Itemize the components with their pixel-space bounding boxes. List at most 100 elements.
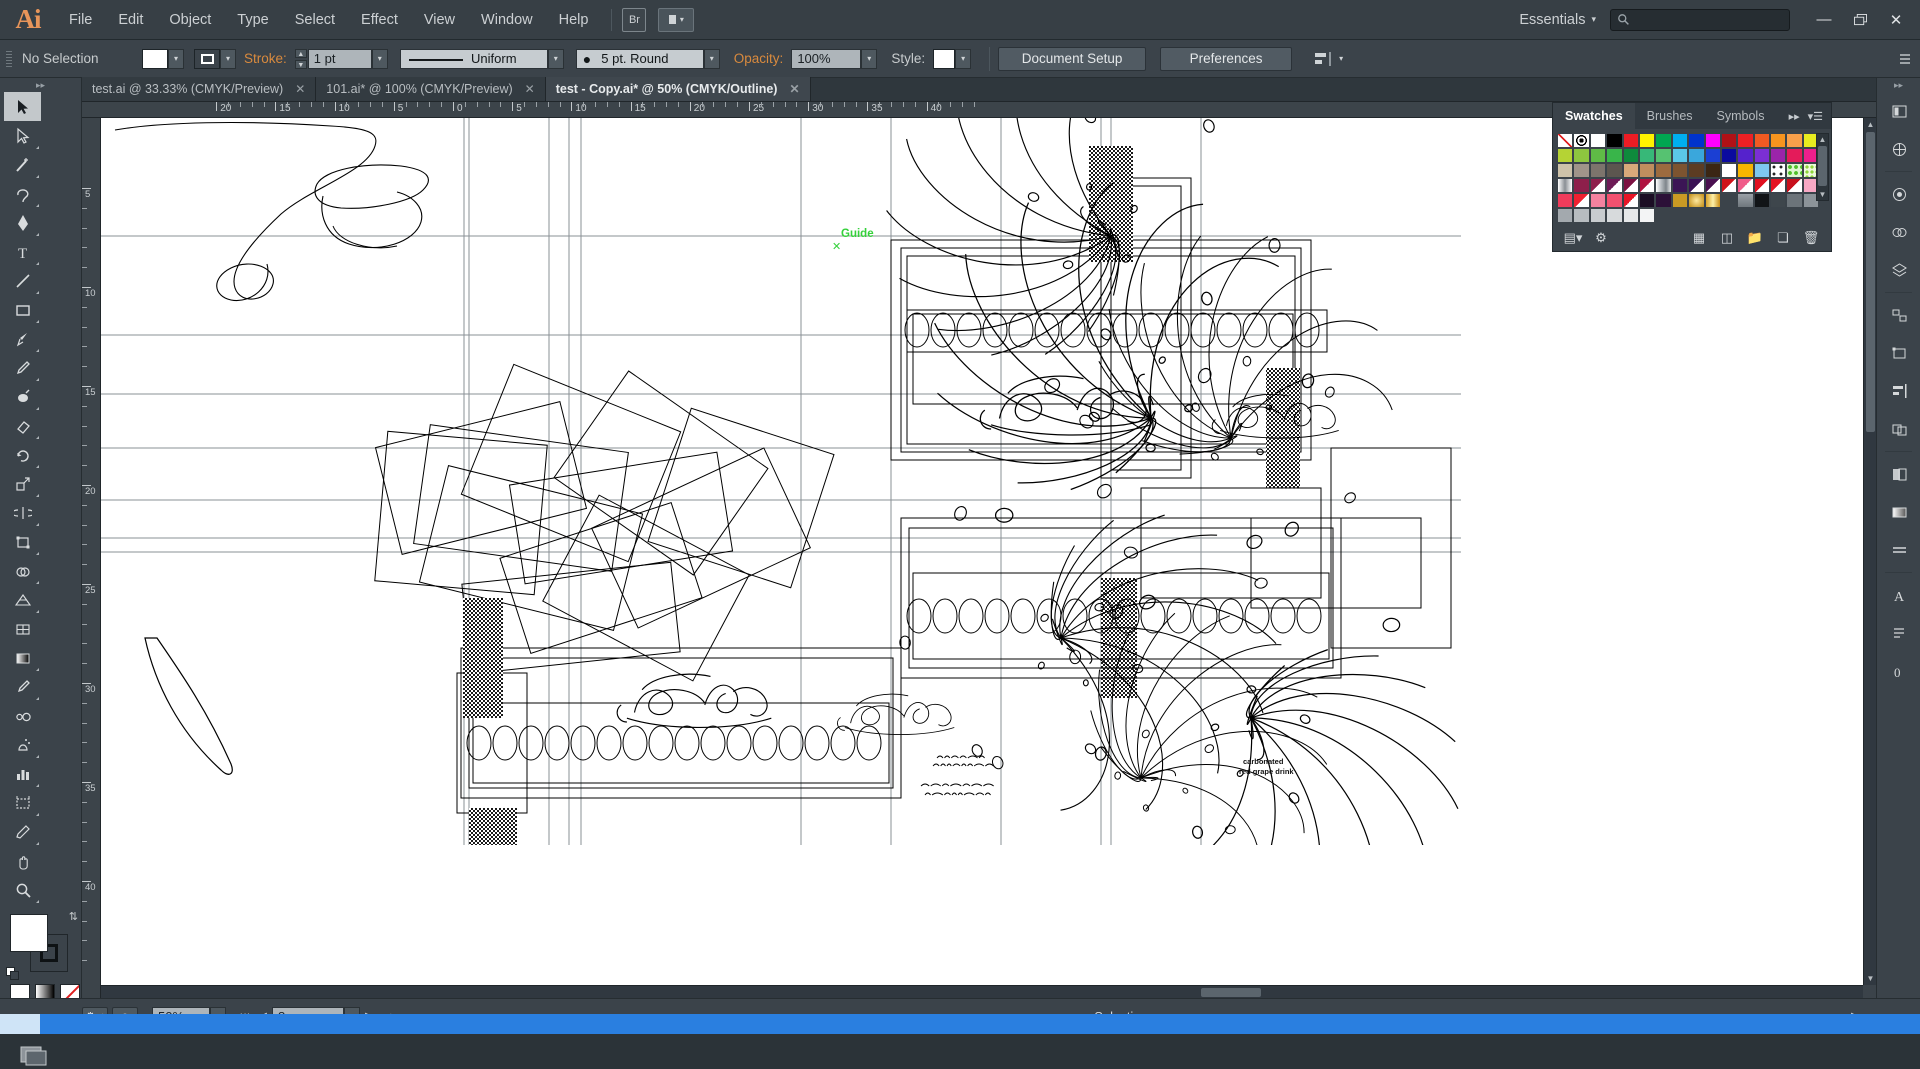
paragraph-icon[interactable] bbox=[1877, 614, 1920, 652]
swatch-options-icon[interactable]: ◫ bbox=[1713, 227, 1741, 249]
color-icon[interactable] bbox=[1877, 92, 1920, 130]
color-swatch[interactable] bbox=[1590, 178, 1606, 193]
new-swatch-icon[interactable]: ❏ bbox=[1769, 227, 1797, 249]
color-swatch[interactable] bbox=[1623, 178, 1639, 193]
color-swatch[interactable] bbox=[1737, 133, 1753, 148]
menu-view[interactable]: View bbox=[411, 0, 468, 40]
color-swatch[interactable] bbox=[1623, 208, 1639, 223]
character-icon[interactable]: A bbox=[1877, 576, 1920, 614]
delete-swatch-icon[interactable]: 🗑 bbox=[1797, 227, 1825, 249]
color-swatch[interactable] bbox=[1573, 178, 1589, 193]
close-tab-icon[interactable]: ✕ bbox=[525, 82, 535, 96]
eraser-tool[interactable] bbox=[4, 411, 41, 440]
color-swatch[interactable] bbox=[1573, 163, 1589, 178]
color-guide-icon[interactable] bbox=[1877, 130, 1920, 168]
document-tab[interactable]: 101.ai* @ 100% (CMYK/Preview)✕ bbox=[316, 77, 545, 101]
collapse-panel-icon[interactable]: ▸▸ bbox=[1789, 110, 1800, 123]
stroke-weight-field[interactable]: 1 pt bbox=[308, 49, 372, 69]
color-swatch[interactable] bbox=[1737, 178, 1753, 193]
color-swatch[interactable] bbox=[1606, 178, 1622, 193]
h-scroll-thumb[interactable] bbox=[1201, 988, 1261, 997]
panel-tab-brushes[interactable]: Brushes bbox=[1635, 103, 1705, 129]
color-swatch[interactable] bbox=[1590, 148, 1606, 163]
color-swatch[interactable] bbox=[1639, 163, 1655, 178]
color-swatch[interactable] bbox=[1705, 148, 1721, 163]
stroke-profile-dropdown[interactable]: Uniform bbox=[400, 49, 548, 69]
search-input[interactable] bbox=[1610, 9, 1790, 31]
color-swatch[interactable] bbox=[1705, 178, 1721, 193]
close-tab-icon[interactable]: ✕ bbox=[789, 82, 799, 96]
selection-tool[interactable] bbox=[4, 92, 41, 121]
color-swatch[interactable] bbox=[1737, 148, 1753, 163]
color-swatch[interactable] bbox=[1688, 193, 1704, 208]
transform-icon[interactable] bbox=[1877, 334, 1920, 372]
menu-select[interactable]: Select bbox=[282, 0, 348, 40]
blob-brush-tool[interactable] bbox=[4, 382, 41, 411]
color-swatch[interactable] bbox=[1770, 133, 1786, 148]
color-swatch[interactable] bbox=[1721, 178, 1737, 193]
taskbar-item[interactable] bbox=[120, 1014, 160, 1034]
brush-definition-caret[interactable]: ▾ bbox=[704, 49, 720, 69]
color-swatch[interactable] bbox=[1688, 178, 1704, 193]
slice-tool[interactable] bbox=[4, 817, 41, 846]
color-swatch[interactable] bbox=[1606, 193, 1622, 208]
hand-tool[interactable] bbox=[4, 846, 41, 875]
preferences-button[interactable]: Preferences bbox=[1160, 47, 1292, 71]
new-color-group-icon[interactable]: 📁 bbox=[1741, 227, 1769, 249]
color-swatch[interactable] bbox=[1672, 178, 1688, 193]
color-swatch[interactable] bbox=[1786, 133, 1802, 148]
blend-tool[interactable] bbox=[4, 701, 41, 730]
opacity-field[interactable]: 100% bbox=[791, 49, 861, 69]
color-swatch[interactable] bbox=[1557, 148, 1573, 163]
gradient-icon[interactable] bbox=[1877, 493, 1920, 531]
color-swatch[interactable] bbox=[1655, 148, 1671, 163]
stroke-dropdown-caret[interactable]: ▾ bbox=[220, 49, 236, 69]
color-swatch[interactable] bbox=[1639, 208, 1655, 223]
color-swatch[interactable] bbox=[1606, 133, 1622, 148]
fill-color-swatch[interactable] bbox=[142, 49, 168, 69]
taskbar-item[interactable] bbox=[0, 1014, 40, 1034]
document-tab[interactable]: test - Copy.ai* @ 50% (CMYK/Outline)✕ bbox=[546, 77, 811, 101]
brush-definition-dropdown[interactable]: ● 5 pt. Round bbox=[576, 49, 704, 69]
color-swatch[interactable] bbox=[1754, 163, 1770, 178]
color-swatch[interactable] bbox=[1721, 148, 1737, 163]
rotate-tool[interactable] bbox=[4, 440, 41, 469]
column-graph-tool[interactable] bbox=[4, 759, 41, 788]
align-to-selection-icon[interactable] bbox=[1314, 51, 1334, 67]
color-swatch[interactable] bbox=[1573, 133, 1589, 148]
direct-selection-tool[interactable] bbox=[4, 121, 41, 150]
color-swatch[interactable] bbox=[1754, 133, 1770, 148]
color-swatch[interactable] bbox=[1770, 178, 1786, 193]
gradient-tool[interactable] bbox=[4, 643, 41, 672]
scale-tool[interactable] bbox=[4, 469, 41, 498]
color-swatch[interactable] bbox=[1623, 133, 1639, 148]
appearance-icon[interactable] bbox=[1877, 175, 1920, 213]
paintbrush-tool[interactable] bbox=[4, 324, 41, 353]
color-swatch[interactable] bbox=[1590, 193, 1606, 208]
shape-builder-tool[interactable] bbox=[4, 556, 41, 585]
perspective-grid-tool[interactable] bbox=[4, 585, 41, 614]
color-swatch[interactable] bbox=[1557, 133, 1573, 148]
swatch-grid-view-icon[interactable]: ▦ bbox=[1685, 227, 1713, 249]
color-swatch[interactable] bbox=[1557, 193, 1573, 208]
tools-panel-grip[interactable]: ▸▸ bbox=[0, 78, 81, 92]
color-swatch[interactable] bbox=[1705, 193, 1721, 208]
restore-button[interactable] bbox=[1842, 0, 1878, 40]
panel-menu-icon[interactable]: ▾☰ bbox=[1808, 110, 1823, 123]
color-swatch[interactable] bbox=[1590, 163, 1606, 178]
change-screen-mode-button[interactable] bbox=[20, 1044, 52, 1068]
rail-expand-icon[interactable]: ▸▸ bbox=[1877, 78, 1920, 92]
symbol-sprayer-tool[interactable] bbox=[4, 730, 41, 759]
mesh-tool[interactable] bbox=[4, 614, 41, 643]
color-swatch[interactable] bbox=[1606, 163, 1622, 178]
horizontal-scrollbar[interactable] bbox=[101, 985, 1863, 998]
color-swatch[interactable] bbox=[1639, 148, 1655, 163]
color-swatch[interactable] bbox=[1786, 193, 1802, 208]
chevron-down-icon[interactable]: ▾ bbox=[1591, 14, 1596, 25]
color-swatch[interactable] bbox=[1770, 193, 1786, 208]
color-swatch[interactable] bbox=[1557, 163, 1573, 178]
color-swatch[interactable] bbox=[1557, 208, 1573, 223]
color-swatch[interactable] bbox=[1688, 163, 1704, 178]
color-swatch[interactable] bbox=[1705, 133, 1721, 148]
color-swatch[interactable] bbox=[1655, 193, 1671, 208]
